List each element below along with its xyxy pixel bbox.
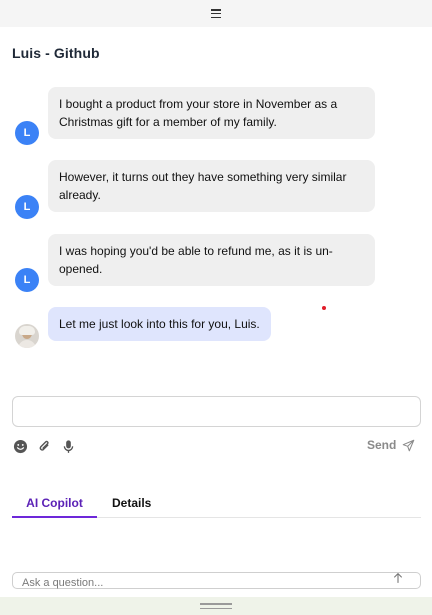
emoji-icon[interactable]	[12, 438, 28, 454]
reply-composer-input[interactable]	[12, 396, 421, 427]
hamburger-menu-icon[interactable]	[211, 9, 221, 18]
customer-message-bubble: I bought a product from your store in No…	[48, 87, 375, 139]
copilot-question-box	[12, 572, 421, 591]
send-label: Send	[367, 438, 397, 452]
bottom-bar	[0, 597, 432, 615]
agent-photo-avatar	[15, 324, 39, 348]
tab-details[interactable]: Details	[112, 488, 151, 518]
arrow-up-icon[interactable]	[392, 572, 404, 584]
paperclip-icon[interactable]	[36, 438, 52, 454]
paper-plane-icon	[403, 439, 415, 451]
conversation-title: Luis - Github	[12, 45, 100, 61]
customer-avatar: L	[15, 195, 39, 219]
customer-avatar: L	[15, 268, 39, 292]
ask-question-input[interactable]	[13, 575, 373, 591]
tab-ai-copilot[interactable]: AI Copilot	[12, 488, 97, 518]
microphone-icon[interactable]	[60, 438, 76, 454]
agent-message-bubble: Let me just look into this for you, Luis…	[48, 307, 271, 341]
customer-message-bubble: I was hoping you'd be able to refund me,…	[48, 234, 375, 286]
notification-dot	[322, 306, 326, 310]
customer-avatar: L	[15, 121, 39, 145]
top-bar	[0, 0, 432, 27]
composer-toolbar	[12, 438, 76, 454]
send-button[interactable]: Send	[367, 438, 415, 452]
resize-handle[interactable]	[200, 603, 232, 609]
sidebar-tabs: AI Copilot Details	[12, 488, 421, 518]
customer-message-bubble: However, it turns out they have somethin…	[48, 160, 375, 212]
